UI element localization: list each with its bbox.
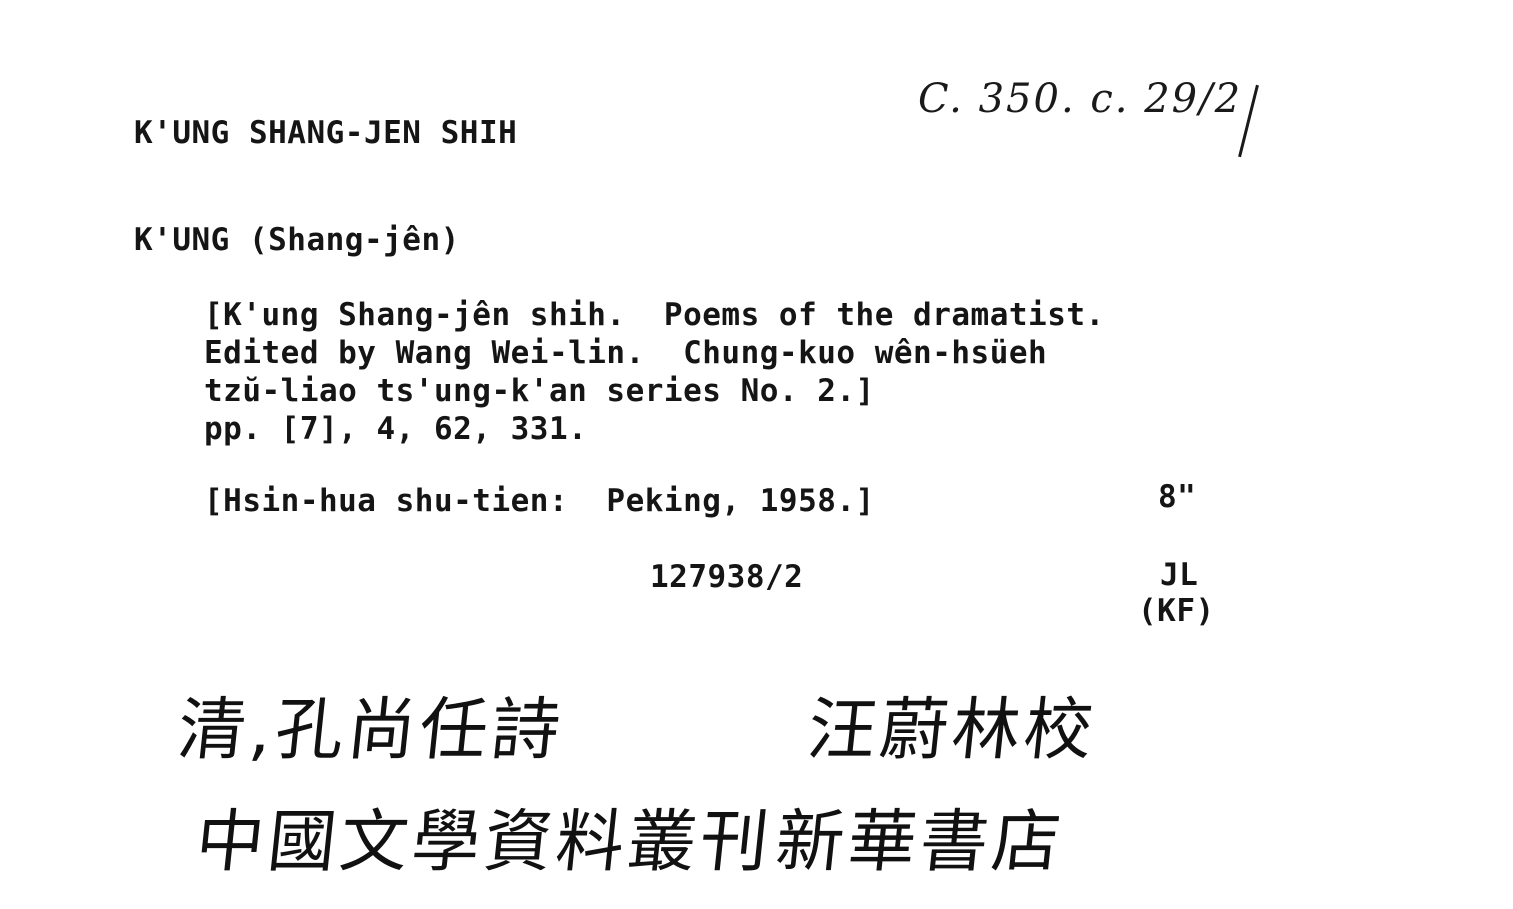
- format-size: 8": [1158, 479, 1197, 515]
- accession-number: 127938/2: [650, 559, 804, 595]
- description-line-3: tzŭ-liao ts'ung-k'an series No. 2.]: [204, 373, 875, 409]
- imprint: [Hsin-hua shu-tien: Peking, 1958.]: [204, 483, 875, 519]
- handwritten-editor: 汪蔚林校: [803, 691, 1101, 770]
- shelfmark: C. 350. c. 29/2: [918, 76, 1243, 122]
- catalogue-card: C. 350. c. 29/2 K'UNG SHANG-JEN SHIH K'U…: [0, 0, 1513, 909]
- cataloguer-initials: JL: [1160, 557, 1199, 593]
- handwritten-series: 中國文學資料叢刊: [191, 803, 777, 882]
- author-entry: K'UNG (Shang-jên): [134, 222, 460, 258]
- pagination: pp. [7], 4, 62, 331.: [204, 411, 588, 447]
- description-line-1: [K'ung Shang-jên shih. Poems of the dram…: [204, 297, 1105, 333]
- handwritten-publisher: 新華書店: [771, 803, 1069, 882]
- cataloguer-note: (KF): [1138, 593, 1215, 629]
- handwritten-title-author: 清,孔尚任詩: [173, 691, 568, 770]
- description-line-2: Edited by Wang Wei-lin. Chung-kuo wên-hs…: [204, 335, 1048, 371]
- card-heading: K'UNG SHANG-JEN SHIH: [134, 115, 518, 151]
